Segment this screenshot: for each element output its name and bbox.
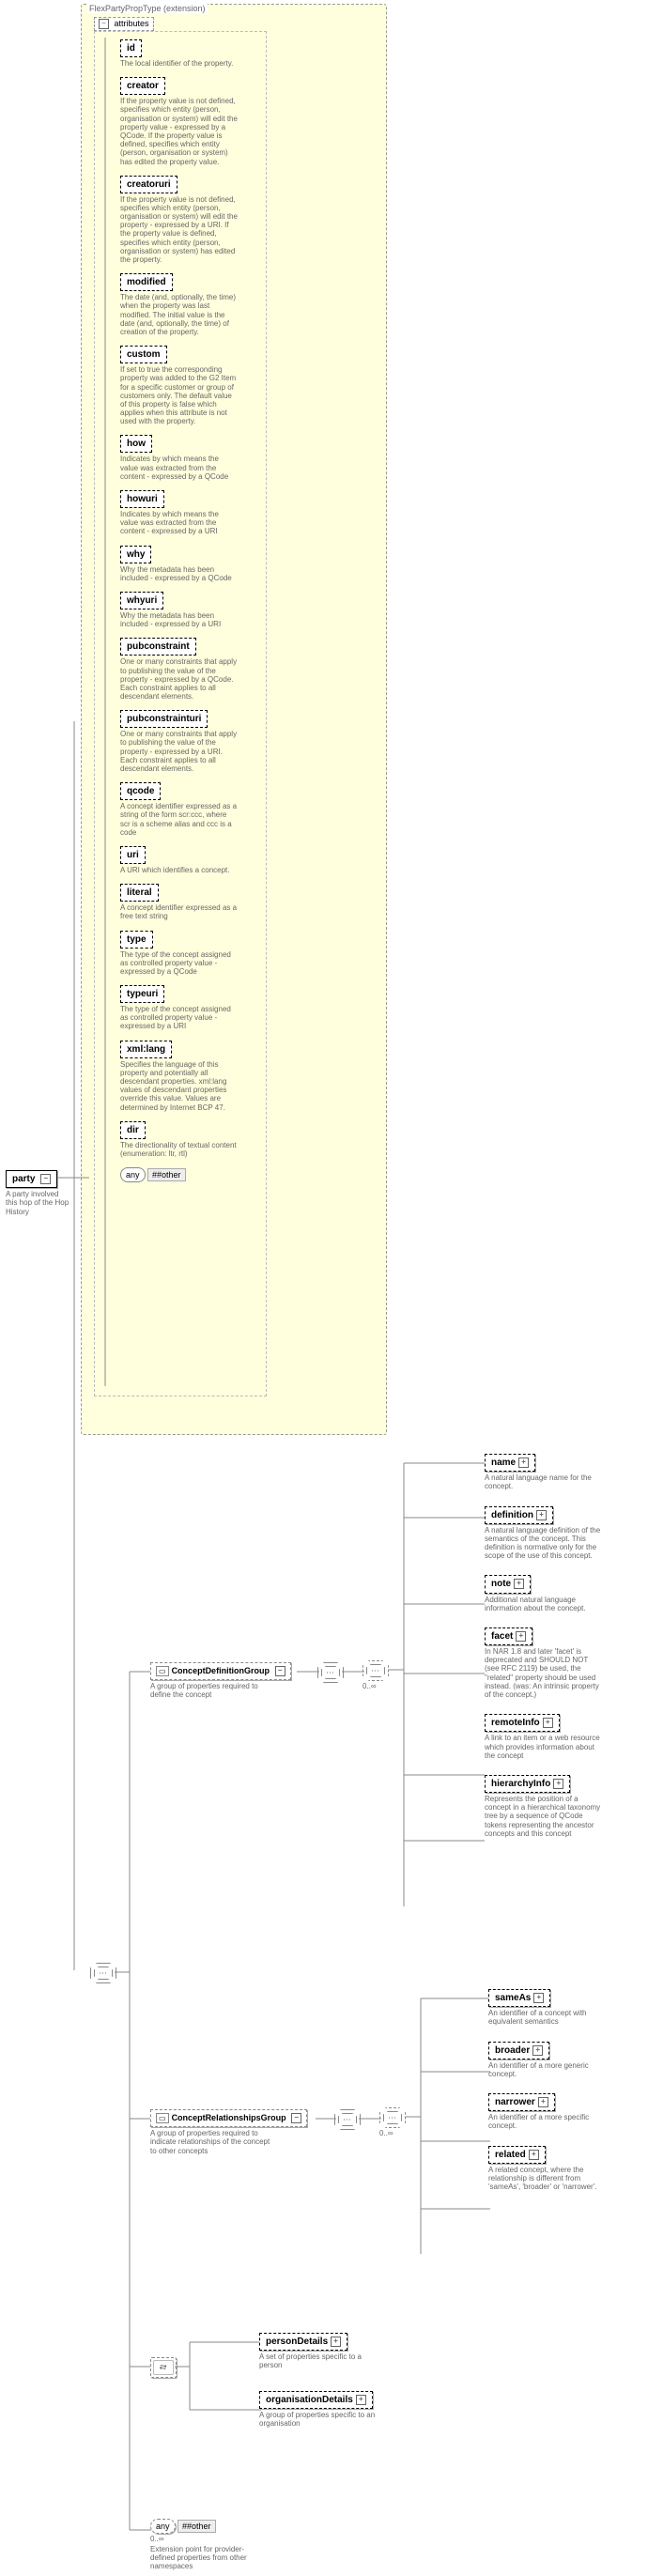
minus-icon: −: [291, 2113, 301, 2123]
attr-howuri: howuri: [120, 490, 164, 508]
sequence-icon: ⋯: [317, 1662, 344, 1683]
attr-custom: custom: [120, 346, 167, 363]
rels-sequence: ⋯: [334, 2109, 361, 2130]
attr-id: id: [120, 39, 142, 57]
plus-icon: +: [514, 1579, 524, 1589]
sequence-compositor: ⋯: [90, 1963, 116, 1983]
name-node: name+: [485, 1454, 535, 1472]
plus-icon: +: [543, 1718, 553, 1728]
any-attr: any: [120, 1167, 146, 1182]
rels-sequence-unbounded: ⋯ 0..∞: [379, 2107, 406, 2137]
sameas-node: sameAs+: [488, 1989, 550, 2007]
choice-compositor: ⇄: [150, 2357, 177, 2378]
attributes-label: attributes: [115, 19, 149, 28]
attr-pubconstraint: pubconstraint: [120, 638, 196, 656]
narrower-node: narrower+: [488, 2093, 555, 2111]
plus-icon: +: [553, 1779, 563, 1789]
other-tag: ##other: [147, 1168, 186, 1181]
related-node: related+: [488, 2146, 546, 2164]
minus-icon: −: [275, 1666, 285, 1676]
minus-icon: −: [99, 19, 109, 29]
choice-icon: ⇄: [150, 2357, 177, 2378]
plus-icon: +: [529, 2150, 539, 2160]
attr-qcode: qcode: [120, 782, 161, 800]
defn-sequence: ⋯: [317, 1662, 344, 1683]
sequence-icon: ⋯: [90, 1963, 116, 1983]
attr-typeuri: typeuri: [120, 985, 164, 1003]
sequence-icon: ⋯: [363, 1660, 389, 1681]
remoteinfo-node: remoteInfo+: [485, 1714, 560, 1732]
attributes-box: − attributes: [94, 17, 154, 31]
attr-literal: literal: [120, 884, 159, 902]
plus-icon: +: [536, 1510, 547, 1520]
any-element: any: [150, 2519, 176, 2534]
root-node-container: party − A party involved this hop of the…: [6, 1170, 71, 1216]
concept-relationships-group: ▭ConceptRelationshipsGroup −: [150, 2109, 307, 2127]
minus-icon: −: [40, 1174, 51, 1184]
attr-how: how: [120, 435, 152, 453]
attr-creator: creator: [120, 77, 165, 95]
note-node: note+: [485, 1575, 531, 1593]
facet-node: facet+: [485, 1627, 532, 1645]
organisationdetails-node: organisationDetails+: [259, 2391, 373, 2409]
plus-icon: +: [356, 2395, 366, 2405]
other-tag: ##other: [177, 2520, 216, 2533]
party-desc: A party involved this hop of the Hop His…: [6, 1190, 71, 1216]
attr-uri: uri: [120, 846, 146, 864]
sequence-icon: ⋯: [334, 2109, 361, 2130]
extension-label: FlexPartyPropType (extension): [87, 4, 208, 13]
attr-pubconstrainturi: pubconstrainturi: [120, 710, 208, 728]
attr-whyuri: whyuri: [120, 592, 163, 609]
concept-definition-group: ▭ConceptDefinitionGroup −: [150, 1662, 291, 1680]
attr-dir: dir: [120, 1121, 146, 1139]
plus-icon: +: [533, 1993, 544, 2003]
attr-type: type: [120, 931, 153, 949]
plus-icon: +: [538, 2097, 548, 2107]
defn-sequence-unbounded: ⋯ 0..∞: [363, 1660, 389, 1690]
hierarchyinfo-node: hierarchyInfo+: [485, 1775, 570, 1793]
sequence-icon: ⋯: [379, 2107, 406, 2128]
broader-node: broader+: [488, 2042, 549, 2059]
plus-icon: +: [516, 1631, 526, 1642]
plus-icon: +: [532, 2045, 543, 2056]
plus-icon: +: [331, 2337, 341, 2347]
definition-node: definition+: [485, 1506, 553, 1524]
persondetails-node: personDetails+: [259, 2333, 347, 2351]
party-label: party: [12, 1174, 35, 1184]
group-icon: ▭: [156, 2113, 169, 2123]
attr-modified: modified: [120, 273, 173, 291]
group-icon: ▭: [156, 1666, 169, 1676]
attr-creatoruri: creatoruri: [120, 176, 177, 193]
attr-why: why: [120, 546, 151, 563]
party-node: party −: [6, 1170, 57, 1188]
attr-xmllang: xml:lang: [120, 1041, 172, 1058]
plus-icon: +: [518, 1458, 529, 1468]
